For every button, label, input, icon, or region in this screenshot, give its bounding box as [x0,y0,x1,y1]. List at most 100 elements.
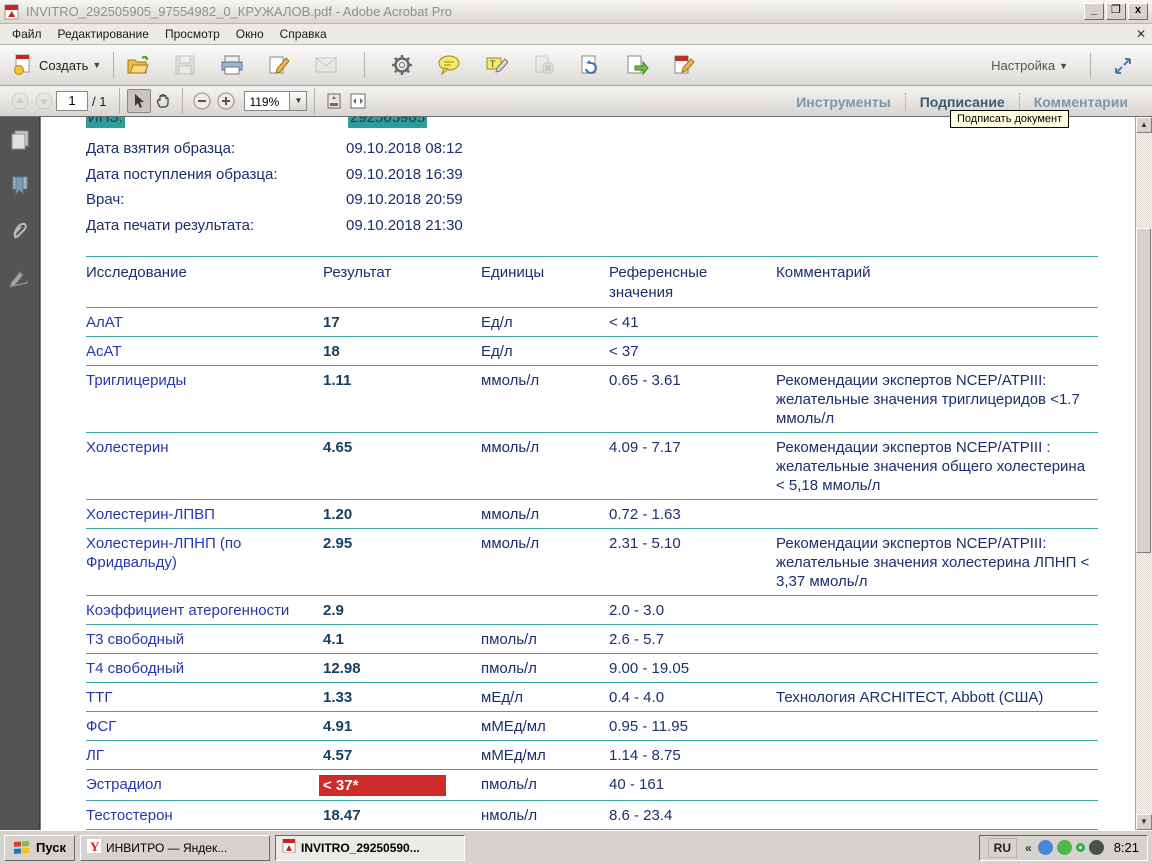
table-row: Триглицериды1.11ммоль/л0.65 - 3.61Рекоме… [86,366,1098,433]
signatures-panel-button[interactable] [8,267,32,293]
col-name: Исследование [86,263,323,303]
attachments-panel-button[interactable] [8,221,32,247]
chevron-down-icon: ▼ [92,60,101,70]
minus-circle-icon [193,92,211,110]
tray-green-app-icon[interactable] [1057,840,1072,855]
delete-page-button[interactable] [528,51,560,79]
export-page-button[interactable] [620,51,654,79]
result-value: 1.20 [323,506,352,523]
restore-button[interactable]: ❐ [1106,3,1126,20]
comment-bubble-button[interactable] [432,51,466,79]
page-number-input[interactable]: 1 [56,91,88,111]
previous-page-button[interactable] [8,89,32,113]
toolbar-separator [364,52,365,78]
test-result: 2.95 [323,532,481,591]
window-title: INVITRO_292505905_97554982_0_КРУЖАЛОВ.pd… [26,4,1084,19]
save-file-button[interactable] [169,51,201,79]
result-value: 4.57 [323,747,352,764]
taskbar-task-1[interactable]: INVITRO_29250590... [275,835,465,861]
test-reference: 1.14 - 8.75 [609,744,776,765]
zoom-in-button[interactable] [214,89,238,113]
scroll-up-icon[interactable]: ▲ [1136,117,1152,133]
sign-pen-button[interactable] [263,51,295,79]
attachments-panel-icon [9,219,31,250]
test-result: 4.91 [323,715,481,736]
hand-tool-button[interactable] [151,89,175,113]
table-row: Т3 свободный4.1пмоль/л2.6 - 5.7 [86,625,1098,654]
tray-collapse-icon[interactable]: « [1025,841,1032,855]
main-toolbar: Создать ▼ T Настройка ▼ [0,45,1152,86]
menu-item-3[interactable]: Окно [228,25,272,43]
result-value: 12.98 [323,660,361,677]
zoom-level-input[interactable]: 119% [244,91,290,111]
email-button[interactable] [309,52,343,78]
next-page-button[interactable] [32,89,56,113]
settings-gear-icon [391,54,413,76]
test-result: 1.20 [323,503,481,524]
open-file-button[interactable] [121,51,155,79]
pages-panel-button[interactable] [8,129,32,155]
start-button[interactable]: Пуск [4,835,75,861]
menu-item-4[interactable]: Справка [272,25,335,43]
toolbar-separator [1090,53,1091,79]
fit-width-button[interactable] [346,89,370,113]
minimize-button[interactable]: _ [1084,3,1104,20]
test-comment [776,599,1098,620]
info-row: Дата печати результата:09.10.2018 21:30 [86,213,1115,239]
test-comment: Рекомендации экспертов NCEP/ATPIII : жел… [776,436,1098,495]
scrollbar-track[interactable] [1136,133,1152,814]
svg-text:Y: Y [90,839,100,853]
close-button[interactable]: x [1128,3,1148,20]
tab-comments[interactable]: Комментарии [1020,94,1142,110]
print-button[interactable] [215,51,249,79]
text-note-button[interactable]: T [480,51,514,79]
test-comment [776,340,1098,361]
scan-convert-button[interactable] [574,51,606,79]
zoom-dropdown-button[interactable]: ▼ [290,91,307,111]
fullscreen-toggle-button[interactable] [1108,53,1138,79]
edit-page-button[interactable] [668,51,700,79]
result-value: 18 [323,343,340,360]
zoom-out-button[interactable] [190,89,214,113]
tray-dark-app-icon[interactable] [1089,840,1104,855]
settings-gear-button[interactable] [386,51,418,79]
hand-icon [155,93,171,109]
test-result: 17 [323,311,481,332]
test-name: Т3 свободный [86,628,323,649]
test-name: Т4 свободный [86,657,323,678]
arrow-up-icon [11,92,29,110]
select-tool-button[interactable] [127,89,151,113]
taskbar-task-0[interactable]: YИНВИТРО — Яндек... [80,835,270,861]
tab-signing[interactable]: Подписание [906,94,1019,110]
table-row: Тестостерон18.47нмоль/л8.6 - 23.4 [86,801,1098,830]
scroll-down-icon[interactable]: ▼ [1136,814,1152,830]
menu-item-1[interactable]: Редактирование [50,25,157,43]
bookmarks-panel-icon [9,174,31,203]
test-reference: < 37 [609,340,776,361]
create-pdf-icon [13,54,35,76]
menu-item-0[interactable]: Файл [4,25,50,43]
scrollbar-thumb[interactable] [1136,228,1151,553]
test-units [481,599,609,620]
language-indicator[interactable]: RU [988,838,1017,858]
create-pdf-button[interactable]: Создать ▼ [8,51,106,79]
tray-ring-app-icon[interactable] [1076,843,1085,852]
task-label: INVITRO_29250590... [301,841,420,855]
tray-blue-app-icon[interactable] [1038,840,1053,855]
test-reference: 0.4 - 4.0 [609,686,776,707]
fit-width-view-icon [349,92,367,110]
menu-item-2[interactable]: Просмотр [157,25,228,43]
result-value: 1.11 [323,372,351,389]
col-comment: Комментарий [776,263,1098,303]
table-row: Коэффициент атерогенности2.92.0 - 3.0 [86,596,1098,625]
close-document-icon[interactable]: ✕ [1136,27,1146,41]
tab-tools[interactable]: Инструменты [782,94,905,110]
vertical-scrollbar[interactable]: ▲ ▼ [1135,117,1152,830]
bookmarks-panel-button[interactable] [8,175,32,201]
settings-menu-button[interactable]: Настройка ▼ [986,55,1073,76]
test-comment [776,628,1098,649]
info-value: 09.10.2018 21:30 [346,213,463,239]
scrolling-mode-button[interactable] [322,89,346,113]
test-name: ТТГ [86,686,323,707]
info-value: 09.10.2018 08:12 [346,136,463,162]
